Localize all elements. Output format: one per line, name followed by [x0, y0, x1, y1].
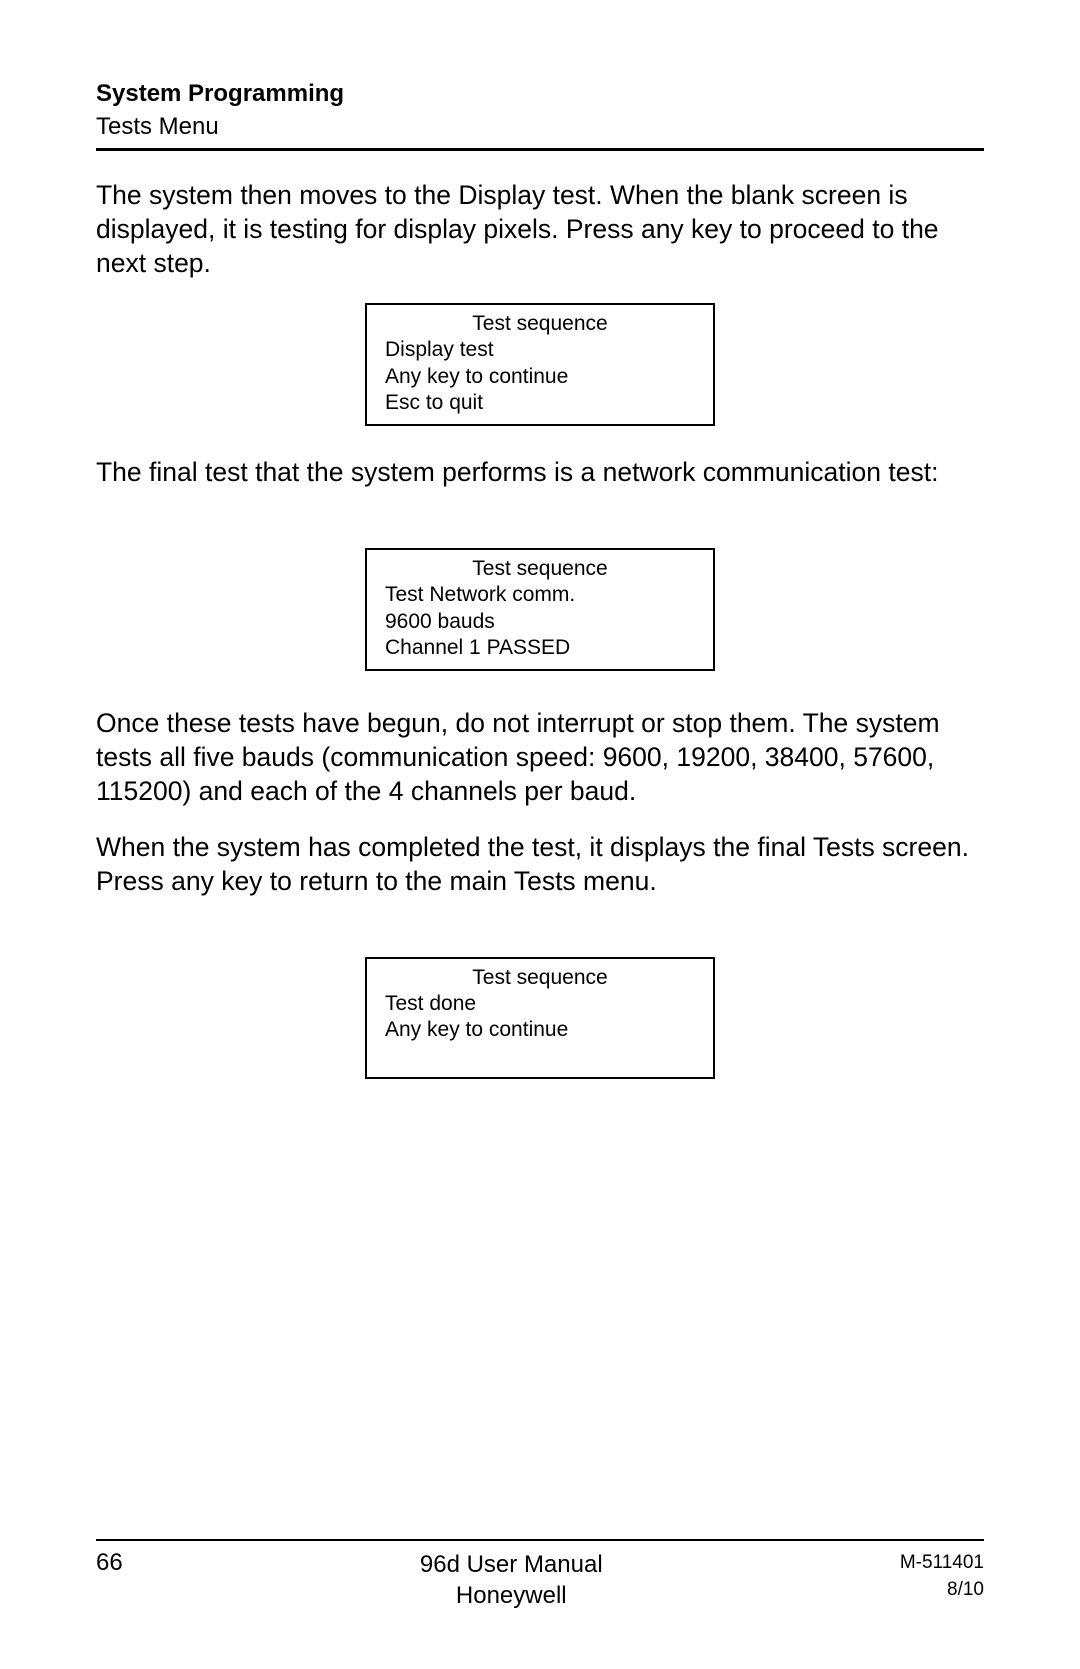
footer-date: 8/10 [900, 1576, 984, 1604]
footer-divider [96, 1539, 984, 1541]
lcd-line: Display test [385, 337, 695, 363]
lcd-line: Esc to quit [385, 390, 695, 416]
lcd-display-test: Test sequence Display test Any key to co… [365, 303, 715, 426]
paragraph-4: When the system has completed the test, … [96, 831, 984, 899]
lcd-line: Test done [385, 991, 695, 1017]
paragraph-2: The final test that the system performs … [96, 456, 984, 490]
lcd-test-done: Test sequence Test done Any key to conti… [365, 957, 715, 1080]
lcd-line: Test sequence [385, 965, 695, 991]
paragraph-3: Once these tests have begun, do not inte… [96, 707, 984, 809]
lcd-line: Test Network comm. [385, 582, 695, 608]
header-divider [96, 148, 984, 151]
lcd-line: Any key to continue [385, 364, 695, 390]
lcd-line: Test sequence [385, 311, 695, 337]
lcd-line: Test sequence [385, 556, 695, 582]
lcd-line: Any key to continue [385, 1017, 695, 1043]
lcd-line: Channel 1 PASSED [385, 635, 695, 661]
lcd-line: 9600 bauds [385, 609, 695, 635]
section-subtitle: Tests Menu [96, 111, 984, 142]
footer-center-line2: Honeywell [123, 1580, 900, 1611]
footer-center-line1: 96d User Manual [123, 1549, 900, 1580]
section-title: System Programming [96, 78, 984, 109]
page-number: 66 [96, 1549, 123, 1577]
paragraph-1: The system then moves to the Display tes… [96, 179, 984, 281]
footer-doc-id: M-511401 [900, 1549, 984, 1577]
lcd-network-test: Test sequence Test Network comm. 9600 ba… [365, 548, 715, 671]
